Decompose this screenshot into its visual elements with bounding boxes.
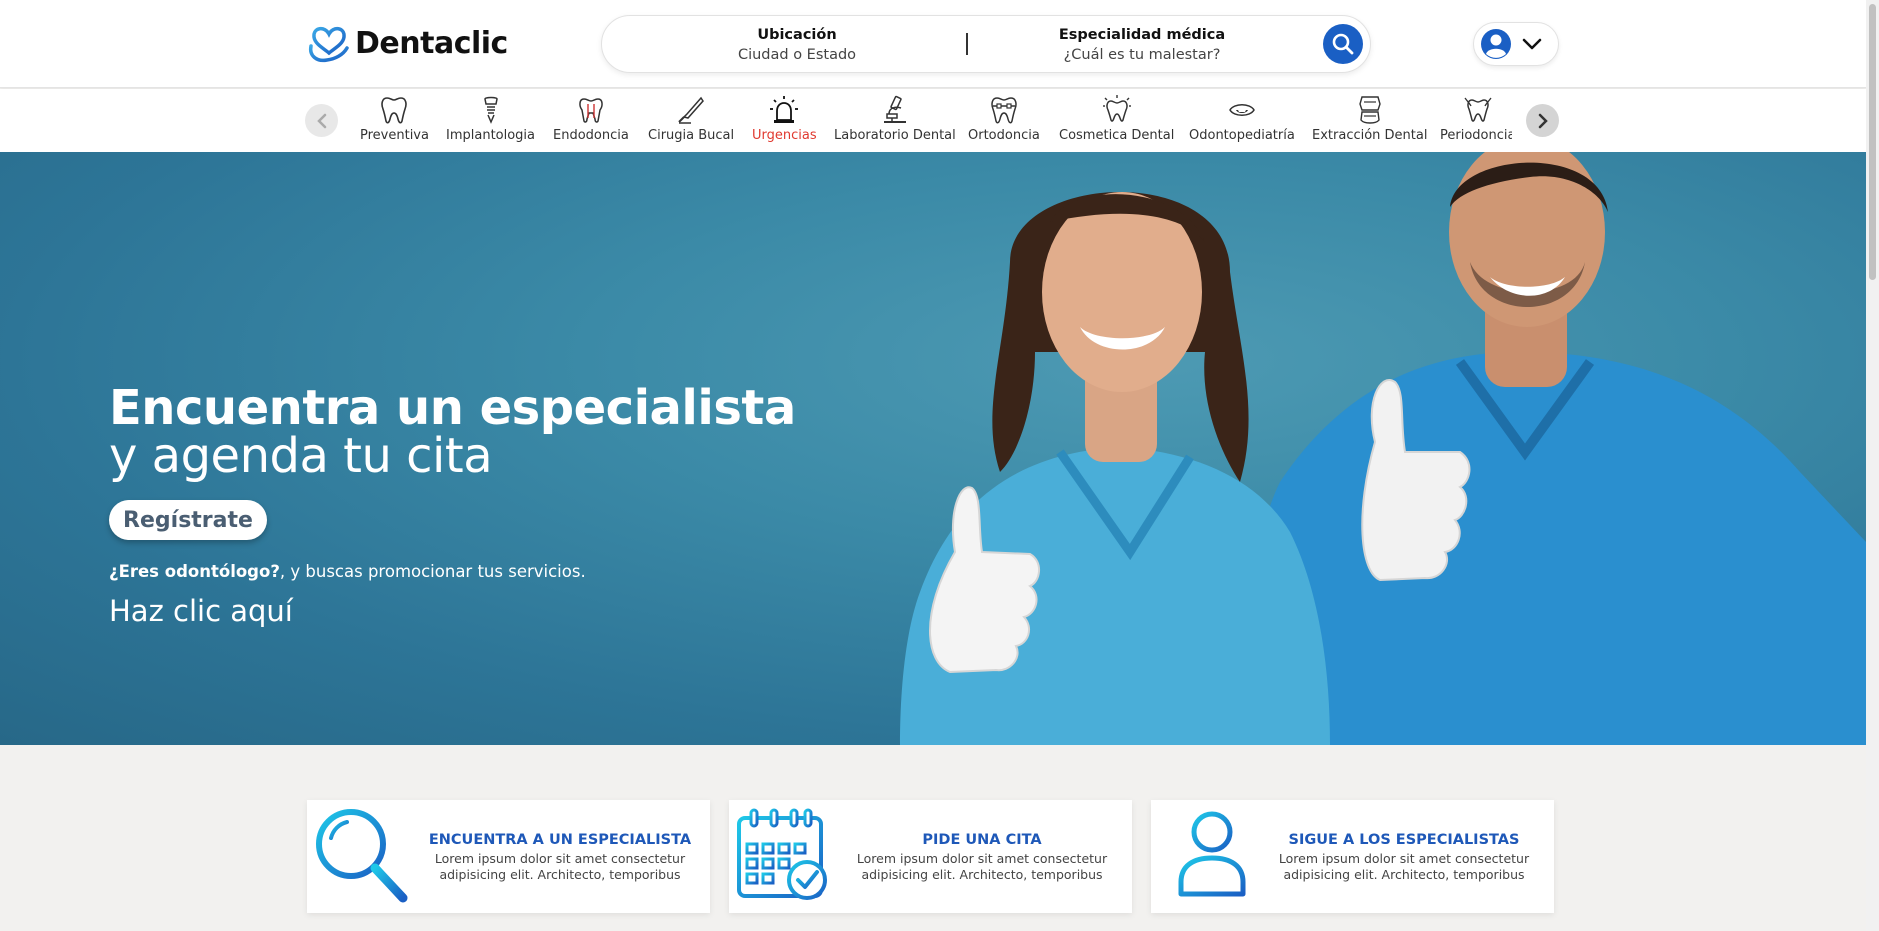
feature-description: Lorem ipsum dolor sit amet consectetur a… bbox=[1278, 851, 1530, 882]
user-icon bbox=[1481, 29, 1511, 59]
chevron-left-icon bbox=[316, 113, 326, 128]
site-header: Dentaclic Ubicación Ciudad o Estado Espe… bbox=[0, 0, 1866, 88]
location-input[interactable]: Ciudad o Estado bbox=[712, 45, 882, 65]
heart-tooth-logo-icon bbox=[308, 27, 349, 63]
search-bar: Ubicación Ciudad o Estado Especialidad m… bbox=[601, 15, 1371, 73]
hero-subtitle: y agenda tu cita bbox=[109, 428, 493, 484]
feature-title: PIDE UNA CITA bbox=[922, 832, 1042, 848]
tooth-icon bbox=[381, 97, 408, 124]
feature-card-follow-specialists[interactable]: SIGUE A LOS ESPECIALISTAS Lorem ipsum do… bbox=[1151, 800, 1554, 913]
category-label: Cirugia Bucal bbox=[648, 128, 735, 143]
category-label: Cosmetica Dental bbox=[1059, 128, 1175, 143]
feature-card-book-appointment[interactable]: PIDE UNA CITA Lorem ipsum dolor sit amet… bbox=[729, 800, 1132, 913]
microscope-icon bbox=[883, 95, 906, 123]
child-face-icon bbox=[1229, 104, 1255, 116]
magnifier-icon bbox=[316, 809, 408, 903]
feature-title: ENCUENTRA A UN ESPECIALISTA bbox=[428, 832, 692, 848]
location-label: Ubicación bbox=[757, 27, 837, 43]
category-periodoncia[interactable]: Periodoncia bbox=[1440, 94, 1512, 143]
feature-card-find-specialist[interactable]: ENCUENTRA A UN ESPECIALISTA Lorem ipsum … bbox=[307, 800, 710, 913]
search-button[interactable] bbox=[1323, 24, 1363, 64]
siren-icon bbox=[770, 96, 799, 123]
chevron-right-icon bbox=[1538, 113, 1548, 128]
category-label: Periodoncia bbox=[1440, 128, 1512, 143]
category-label: Extracción Dental bbox=[1312, 128, 1428, 143]
user-menu-button[interactable] bbox=[1473, 22, 1559, 66]
specialty-field[interactable]: Especialidad médica ¿Cuál es tu malestar… bbox=[1042, 26, 1242, 65]
calendar-check-icon bbox=[737, 808, 827, 900]
category-carousel: Preventiva Implantologia Endodoncia Ciru… bbox=[0, 89, 1866, 152]
scrollbar-thumb[interactable] bbox=[1869, 4, 1876, 280]
scalpel-icon bbox=[678, 96, 705, 124]
category-ortodoncia[interactable]: Ortodoncia bbox=[968, 94, 1040, 143]
click-here-link[interactable]: Haz clic aquí bbox=[109, 594, 293, 628]
specialty-label: Especialidad médica bbox=[1058, 27, 1226, 43]
braces-icon bbox=[991, 97, 1017, 124]
category-cosmetica-dental[interactable]: Cosmetica Dental bbox=[1059, 94, 1174, 143]
page-scrollbar[interactable] bbox=[1866, 0, 1879, 931]
chevron-down-icon bbox=[1522, 38, 1542, 50]
feature-description: Lorem ipsum dolor sit amet consectetur a… bbox=[434, 851, 686, 882]
brand-logo[interactable]: Dentaclic bbox=[307, 22, 508, 64]
feature-description: Lorem ipsum dolor sit amet consectetur a… bbox=[856, 851, 1108, 882]
category-label: Preventiva bbox=[360, 128, 429, 143]
category-odontopediatria[interactable]: Odontopediatría bbox=[1189, 94, 1295, 143]
category-label: Ortodoncia bbox=[968, 128, 1040, 143]
brand-name: Dentaclic bbox=[355, 25, 508, 61]
category-label: Urgencias bbox=[752, 128, 817, 143]
category-implantologia[interactable]: Implantologia bbox=[446, 94, 535, 143]
category-endodoncia[interactable]: Endodoncia bbox=[553, 94, 629, 143]
category-label: Odontopediatría bbox=[1189, 128, 1295, 143]
dentist-question: ¿Eres odontólogo? bbox=[109, 562, 280, 581]
carousel-prev-button[interactable] bbox=[305, 104, 338, 137]
category-cirugia-bucal[interactable]: Cirugia Bucal bbox=[648, 94, 734, 143]
category-label: Endodoncia bbox=[553, 128, 629, 143]
dentist-promo-text: ¿Eres odontólogo?, y buscas promocionar … bbox=[109, 562, 586, 581]
register-button[interactable]: Regístrate bbox=[109, 500, 267, 540]
category-label: Laboratorio Dental bbox=[834, 128, 956, 143]
category-extraccion-dental[interactable]: Extracción Dental bbox=[1312, 94, 1427, 143]
category-label: Implantologia bbox=[446, 128, 536, 143]
add-user-icon bbox=[1160, 811, 1246, 897]
category-list: Preventiva Implantologia Endodoncia Ciru… bbox=[352, 89, 1512, 152]
category-laboratorio-dental[interactable]: Laboratorio Dental bbox=[834, 94, 956, 143]
category-preventiva[interactable]: Preventiva bbox=[360, 94, 429, 143]
location-field[interactable]: Ubicación Ciudad o Estado bbox=[712, 26, 882, 65]
category-urgencias[interactable]: Urgencias bbox=[752, 94, 817, 143]
hero-banner: Encuentra un especialista y agenda tu ci… bbox=[0, 152, 1866, 745]
search-icon bbox=[1332, 33, 1354, 55]
jaw-icon bbox=[1359, 96, 1381, 124]
gum-tooth-icon bbox=[1464, 97, 1492, 122]
specialty-input[interactable]: ¿Cuál es tu malestar? bbox=[1042, 45, 1242, 65]
sparkle-tooth-icon bbox=[1102, 95, 1131, 122]
root-canal-icon bbox=[579, 98, 603, 123]
dentists-photo bbox=[900, 152, 1866, 745]
feature-title: SIGUE A LOS ESPECIALISTAS bbox=[1288, 832, 1520, 848]
features-section: ENCUENTRA A UN ESPECIALISTA Lorem ipsum … bbox=[307, 800, 1554, 913]
dentist-promo-rest: , y buscas promocionar tus servicios. bbox=[279, 562, 586, 581]
implant-icon bbox=[483, 96, 498, 124]
search-divider bbox=[966, 33, 968, 55]
carousel-next-button[interactable] bbox=[1526, 104, 1559, 137]
